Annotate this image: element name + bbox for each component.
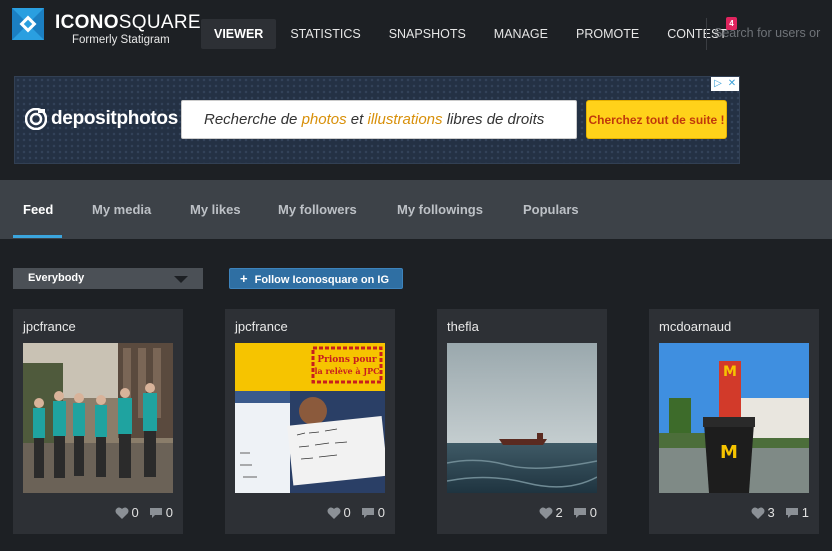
- nav-statistics[interactable]: STATISTICS: [276, 19, 374, 49]
- heart-icon[interactable]: [539, 507, 553, 519]
- ad-search-highlight: illustrations: [367, 111, 443, 128]
- tab-my-media[interactable]: My media: [92, 180, 151, 239]
- mcdonalds-photo-image[interactable]: M M: [659, 343, 809, 493]
- group-photo-image[interactable]: [23, 343, 173, 493]
- svg-text:Prions pour: Prions pour: [317, 355, 377, 365]
- follow-button-label: Follow Iconosquare on IG: [254, 274, 390, 286]
- tab-my-followings[interactable]: My followings: [397, 180, 483, 239]
- ad-brand-text: depositphotos: [51, 108, 178, 129]
- like-count: 3: [767, 505, 775, 520]
- nav-promote[interactable]: PROMOTE: [562, 19, 653, 49]
- audience-select-value: Everybody: [28, 272, 85, 284]
- card-username[interactable]: jpcfrance: [23, 319, 76, 334]
- comment-icon[interactable]: [573, 507, 587, 519]
- camera-icon: [25, 108, 47, 130]
- search-divider: [706, 18, 707, 50]
- sea-photo-image[interactable]: [447, 343, 597, 493]
- plus-icon: +: [240, 271, 248, 286]
- search-input[interactable]: [714, 22, 832, 44]
- nav-manage[interactable]: MANAGE: [480, 19, 562, 49]
- media-card[interactable]: jpcfrance Prions pour la relève à JPC 0 …: [225, 309, 395, 534]
- audience-select[interactable]: Everybody: [13, 268, 203, 289]
- comment-count: 0: [589, 505, 597, 520]
- card-stats: 2 0: [539, 505, 597, 520]
- media-card[interactable]: thefla 2 0: [437, 309, 607, 534]
- like-count: 2: [555, 505, 563, 520]
- comment-count: 0: [165, 505, 173, 520]
- svg-text:la relève à JPC: la relève à JPC: [314, 366, 379, 376]
- brand-name[interactable]: ICONOSQUARE: [55, 12, 201, 34]
- ad-choices-icon[interactable]: ▷: [711, 77, 725, 91]
- chevron-down-icon: [174, 276, 188, 283]
- ad-search-text: libres de droits: [446, 111, 545, 128]
- ad-banner[interactable]: depositphotos Recherche de photos et ill…: [14, 76, 740, 164]
- tab-feed[interactable]: Feed: [23, 180, 53, 239]
- comment-icon[interactable]: [361, 507, 375, 519]
- follow-iconosquare-button[interactable]: + Follow Iconosquare on IG: [229, 268, 403, 289]
- ad-close-icon[interactable]: ✕: [725, 77, 739, 91]
- like-count: 0: [343, 505, 351, 520]
- card-stats: 0 0: [327, 505, 385, 520]
- card-stats: 3 1: [751, 505, 809, 520]
- main-nav: VIEWER STATISTICS SNAPSHOTS MANAGE PROMO…: [201, 17, 741, 49]
- ad-search-text: Recherche de: [204, 111, 298, 128]
- svg-text:M: M: [723, 364, 737, 380]
- comment-count: 0: [377, 505, 385, 520]
- iconosquare-logo-icon[interactable]: [12, 8, 44, 40]
- ad-search-highlight: photos: [301, 111, 347, 128]
- media-card[interactable]: mcdoarnaud M M 3 1: [649, 309, 819, 534]
- nav-snapshots[interactable]: SNAPSHOTS: [375, 19, 480, 49]
- comment-count: 1: [801, 505, 809, 520]
- card-username[interactable]: thefla: [447, 319, 479, 334]
- like-count: 0: [131, 505, 139, 520]
- comment-icon[interactable]: [785, 507, 799, 519]
- ad-search-text: et: [350, 111, 364, 128]
- brand-subtitle: Formerly Statigram: [72, 34, 170, 46]
- depositphotos-logo[interactable]: depositphotos: [25, 108, 178, 130]
- feed-tabs: Feed My media My likes My followers My f…: [0, 180, 832, 239]
- heart-icon[interactable]: [115, 507, 129, 519]
- comment-icon[interactable]: [149, 507, 163, 519]
- card-username[interactable]: jpcfrance: [235, 319, 288, 334]
- card-stats: 0 0: [115, 505, 173, 520]
- ad-choices: ▷ ✕: [711, 77, 739, 91]
- top-bar: ICONOSQUARE Formerly Statigram VIEWER ST…: [0, 0, 832, 68]
- tab-my-followers[interactable]: My followers: [278, 180, 357, 239]
- svg-text:M: M: [720, 442, 738, 463]
- tab-my-likes[interactable]: My likes: [190, 180, 241, 239]
- heart-icon[interactable]: [327, 507, 341, 519]
- ad-search-box[interactable]: Recherche de photos et illustrations lib…: [181, 100, 577, 139]
- ad-search-button[interactable]: Cherchez tout de suite !: [586, 100, 727, 139]
- active-tab-indicator: [13, 235, 62, 238]
- heart-icon[interactable]: [751, 507, 765, 519]
- sign-photo-image[interactable]: Prions pour la relève à JPC: [235, 343, 385, 493]
- media-card[interactable]: jpcfrance 0 0: [13, 309, 183, 534]
- nav-viewer[interactable]: VIEWER: [201, 19, 277, 49]
- card-username[interactable]: mcdoarnaud: [659, 319, 731, 334]
- tab-populars[interactable]: Populars: [523, 180, 579, 239]
